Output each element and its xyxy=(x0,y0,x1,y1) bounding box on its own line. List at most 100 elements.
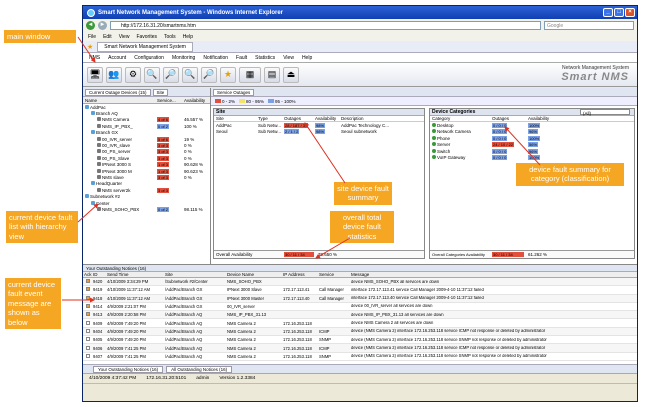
ack-checkbox[interactable] xyxy=(86,279,90,284)
tree-row[interactable]: 00_PS_server 3 of 30 % xyxy=(83,149,210,155)
maximize-button[interactable]: □ xyxy=(614,8,624,17)
col-site[interactable]: Site xyxy=(164,272,226,277)
ack-checkbox[interactable] xyxy=(86,328,90,333)
col-ack[interactable]: Ack xyxy=(83,272,92,277)
site-col-availability[interactable]: Availability xyxy=(315,116,341,121)
app-menu-fault[interactable]: Fault xyxy=(236,55,247,61)
ack-checkbox[interactable] xyxy=(86,353,90,358)
cat-col-category[interactable]: Category xyxy=(430,116,492,121)
forward-arrow-icon[interactable]: ► xyxy=(98,21,107,30)
notice-row[interactable]: 9414 4/9/2009 2:21:07 PM/AddPac/Branch GX… xyxy=(83,303,637,312)
monitor-icon[interactable]: 🖥 xyxy=(87,66,103,83)
star-icon[interactable]: ★ xyxy=(220,66,236,83)
tree-row[interactable]: 00_IVR_server 5 of 6 19 % xyxy=(83,136,210,142)
notice-row[interactable]: 9420 4/10/2009 3:34:29 PM/Subnetwork #2/C… xyxy=(83,278,637,287)
browser-tab[interactable]: Smart Network Management System xyxy=(97,41,193,52)
app-menu-help[interactable]: Help xyxy=(302,55,312,61)
col-device-name[interactable]: Device Name xyxy=(226,272,282,277)
device-tree[interactable]: AddPac Branch AQ NMS Camera 4 of 6 46.557 % N… xyxy=(83,104,210,213)
zoom-icon[interactable]: 🔍 xyxy=(182,66,198,83)
app-menu-view[interactable]: View xyxy=(283,55,294,61)
app-menu-configuration[interactable]: Configuration xyxy=(134,55,164,61)
tree-row[interactable]: 00_PS_Slave 3 of 30 % xyxy=(83,155,210,161)
tab-all-notices[interactable]: All Outstanding Notices (16) xyxy=(166,365,233,373)
menu-tools[interactable]: Tools xyxy=(164,34,176,40)
find-device-icon[interactable]: 🔎 xyxy=(163,66,179,83)
category-row[interactable]: Switch 0 / 0 / 0 96% xyxy=(430,148,634,155)
ack-checkbox[interactable] xyxy=(86,295,90,300)
back-arrow-icon[interactable]: ◄ xyxy=(86,21,95,30)
col-send-time[interactable]: Send Time xyxy=(106,272,164,277)
col-ip-address[interactable]: IP Address xyxy=(282,272,318,277)
ack-checkbox[interactable] xyxy=(86,320,90,325)
col-id[interactable]: ID xyxy=(92,272,106,277)
exit-icon[interactable]: ⏏ xyxy=(283,66,299,83)
category-row[interactable]: Network Camera 0 / 0 / 0 96% xyxy=(430,129,634,136)
notice-row[interactable]: 9418 4/10/2009 11:37:12 AM/AddPac/Branch … xyxy=(83,294,637,303)
app-menu-nms[interactable]: NMS xyxy=(89,55,100,61)
notice-row[interactable]: 9419 4/10/2009 11:37:12 AM/AddPac/Branch … xyxy=(83,286,637,295)
cat-col-outages[interactable]: Outages xyxy=(492,116,528,121)
tab-your-notices[interactable]: Your Outstanding Notices (16) xyxy=(93,365,164,373)
ack-checkbox[interactable] xyxy=(86,337,90,342)
tree-row[interactable]: IPNext 3000 M1 of 3 90.623 % xyxy=(83,168,210,174)
tree-row[interactable]: 00_IVR_slave 3 of 30 % xyxy=(83,142,210,149)
users-icon[interactable]: 👥 xyxy=(106,66,122,83)
cat-col-availability[interactable]: Availability xyxy=(528,116,634,121)
category-row[interactable]: Desktop 0 / 0 / 0 100% xyxy=(430,122,634,129)
ack-checkbox[interactable] xyxy=(86,287,90,292)
column-name[interactable]: Name xyxy=(83,98,157,103)
category-row[interactable]: VoIP Gateway 0 / 0 / 0 100% xyxy=(430,155,634,162)
notice-row[interactable]: 9407 4/9/2009 7:41:25 PM/AddPac/Branch AQ… xyxy=(83,353,637,361)
search-input[interactable]: Google xyxy=(544,21,634,30)
category-row[interactable]: Phone 0 / 0 / 0 100% xyxy=(430,135,634,142)
notice-row[interactable]: 9405 4/9/2009 7:49:20 PM/AddPac/Branch AQ… xyxy=(83,336,637,345)
config-icon[interactable]: ⚙ xyxy=(125,66,141,83)
chart-icon[interactable]: ▤ xyxy=(264,66,280,83)
tree-row[interactable]: NMS_IP_PBX_ 0 of 2 100 % xyxy=(83,123,210,129)
notice-row[interactable]: 9409 4/9/2009 7:49:20 PM/AddPac/Branch AQ… xyxy=(83,319,637,328)
column-availability[interactable]: Availability xyxy=(184,98,210,103)
app-menu-statistics[interactable]: Statistics xyxy=(255,55,275,61)
app-menu-account[interactable]: Account xyxy=(108,55,126,61)
inspect-icon[interactable]: 🔎 xyxy=(201,66,217,83)
notice-row[interactable]: 9404 4/9/2009 7:49:20 PM/AddPac/Branch AQ… xyxy=(83,327,637,337)
favorites-star-icon[interactable]: ★ xyxy=(87,43,93,51)
ack-checkbox[interactable] xyxy=(86,312,90,317)
menu-view[interactable]: View xyxy=(119,34,130,40)
tree-row[interactable]: NMS Camera 4 of 6 46.557 % xyxy=(83,117,210,123)
tree-row[interactable]: IPNext 3000 S1 of 3 90.628 % xyxy=(83,162,210,168)
app-menu-monitoring[interactable]: Monitoring xyxy=(172,55,195,61)
notice-row[interactable]: 9413 4/9/2009 2:20:58 PM/AddPac/Branch AQ… xyxy=(83,311,637,320)
menu-edit[interactable]: Edit xyxy=(103,34,112,40)
device-icon xyxy=(97,117,101,122)
tree-row[interactable]: NMS slave 3 of 30 % xyxy=(83,174,210,180)
site-col-type[interactable]: Type xyxy=(258,116,284,121)
menu-help[interactable]: Help xyxy=(183,34,193,40)
menu-favorites[interactable]: Favorites xyxy=(136,34,157,40)
close-button[interactable]: × xyxy=(625,8,635,17)
site-col-site[interactable]: Site xyxy=(214,116,258,121)
notice-row[interactable]: 9406 4/9/2009 7:41:25 PM/AddPac/Branch AQ… xyxy=(83,344,637,353)
address-input[interactable]: http://172.16.31.20/smartnms.htm xyxy=(110,21,541,30)
tab-current-outage-devices[interactable]: Current Outage Devices (15) xyxy=(85,88,151,96)
site-row[interactable]: Seoul Sub Netw... 2 / 1 / 2 98% Seoul subnet… xyxy=(214,129,424,136)
col-service[interactable]: Service xyxy=(318,272,350,277)
category-dropdown[interactable]: (All) xyxy=(580,109,630,116)
tab-site[interactable]: Site xyxy=(152,88,169,96)
column-service[interactable]: Service... xyxy=(157,98,184,103)
tree-row[interactable]: NMS_SOHO_PBX 0 of 2 98.115 % xyxy=(83,206,210,212)
minimize-button[interactable]: _ xyxy=(603,8,613,17)
menu-file[interactable]: File xyxy=(88,34,96,40)
site-row[interactable]: AddPac Sub Netw... 28 / 187 / 34 98% AddPac … xyxy=(214,122,424,129)
tab-service-outages[interactable]: Service Outages xyxy=(213,88,255,96)
col-message[interactable]: Message xyxy=(350,272,637,277)
site-col-description[interactable]: Description xyxy=(341,116,424,121)
search-icon[interactable]: 🔍 xyxy=(144,66,160,83)
category-row[interactable]: Server 24 / 10 / 22 56% xyxy=(430,142,634,149)
app-menu-notification[interactable]: Notification xyxy=(203,55,228,61)
network-icon[interactable]: ▦ xyxy=(239,66,261,83)
ack-checkbox[interactable] xyxy=(86,345,90,350)
site-col-outages[interactable]: Outages xyxy=(284,116,315,121)
ack-checkbox[interactable] xyxy=(86,304,90,309)
